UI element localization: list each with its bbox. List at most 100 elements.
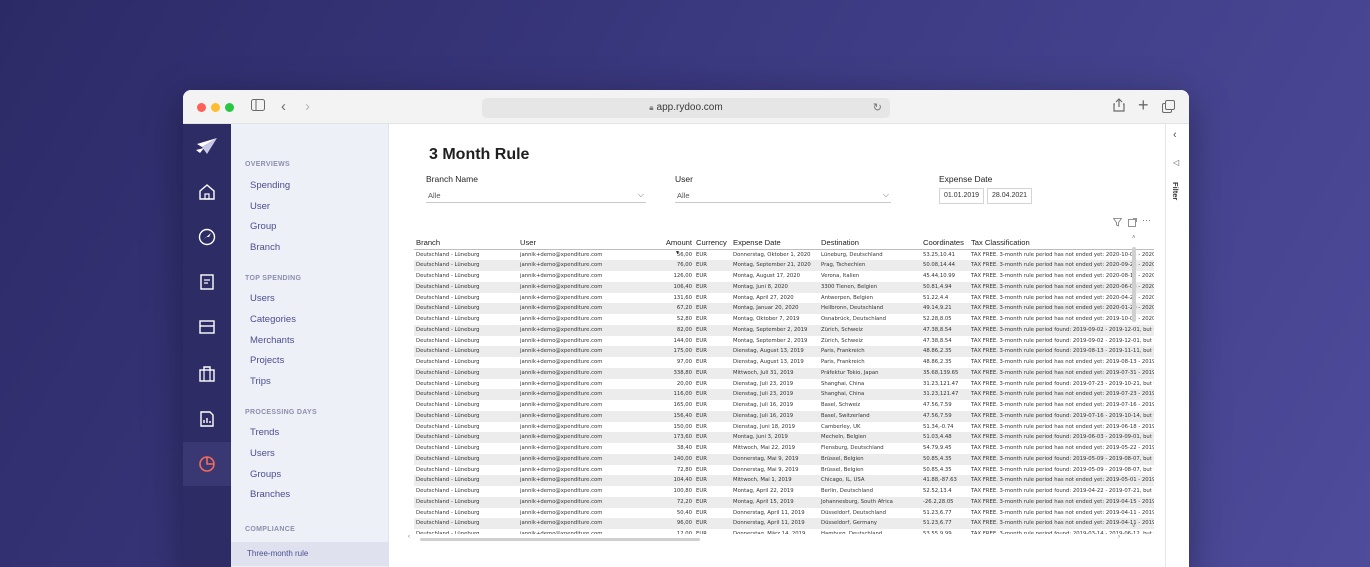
table-cell: Montag, April 22, 2019 xyxy=(733,488,794,494)
table-cell: Mecheln, Belgien xyxy=(819,432,921,443)
branch-filter-select[interactable]: Alle ⌵ xyxy=(426,188,646,203)
nav-link-groups[interactable]: Groups xyxy=(250,469,281,480)
table-row[interactable]: Deutschland - Lüneburg jannik+demo@xpendi… xyxy=(414,357,1154,368)
table-row[interactable]: Deutschland - Lüneburg jannik+demo@xpendi… xyxy=(414,260,1154,271)
date-to-input[interactable]: 28.04.2021 xyxy=(987,188,1033,204)
new-tab-icon[interactable]: + xyxy=(1138,95,1149,115)
close-window-button[interactable] xyxy=(197,103,206,112)
eraser-icon[interactable]: ◁ xyxy=(1173,158,1179,167)
reload-icon[interactable]: ↻ xyxy=(873,98,882,118)
table-row[interactable]: Deutschland - Lüneburg jannik+demo@xpendi… xyxy=(414,475,1154,486)
scroll-up-icon[interactable]: ˄ xyxy=(1132,235,1136,241)
analytics-icon xyxy=(199,456,215,472)
table-row[interactable]: Deutschland - Lüneburg jannik+demo@xpendi… xyxy=(414,453,1154,465)
column-header[interactable]: Amount xyxy=(622,234,694,250)
column-header[interactable]: Coordinates xyxy=(921,234,969,250)
more-options-icon[interactable]: ⋯ xyxy=(1142,215,1151,226)
table-cell: Dienstag, Juni 18, 2019 xyxy=(733,423,795,430)
nav-link-spending[interactable]: Spending xyxy=(250,180,290,191)
nav-link-trips[interactable]: Trips xyxy=(250,376,271,387)
table-cell: 165,00 xyxy=(673,402,692,408)
scrollbar-thumb[interactable] xyxy=(1132,247,1136,322)
table-row[interactable]: Deutschland - Lüneburg jannik+demo@xpendi… xyxy=(414,410,1154,422)
table-row[interactable]: Deutschland - Lüneburg jannik+demo@xpendi… xyxy=(414,508,1154,519)
table-row[interactable]: Deutschland - Lüneburg jannik+demo@xpendi… xyxy=(414,303,1154,314)
tab-overview-icon[interactable] xyxy=(1162,99,1175,119)
nav-link-categories[interactable]: Categories xyxy=(250,314,296,325)
forward-icon[interactable]: › xyxy=(305,97,310,117)
rail-analytics[interactable] xyxy=(183,442,231,486)
table-row[interactable]: Deutschland - Lüneburg jannik+demo@xpendi… xyxy=(414,400,1154,411)
filter-icon[interactable] xyxy=(1112,218,1123,229)
table-cell: Deutschland - Lüneburg xyxy=(416,251,480,258)
column-header[interactable]: User xyxy=(518,234,622,250)
share-icon[interactable] xyxy=(1113,98,1125,118)
table-cell: 56,00 xyxy=(676,251,692,258)
card-icon xyxy=(199,320,215,334)
nav-link-users[interactable]: Users xyxy=(250,293,275,304)
rail-travel[interactable] xyxy=(183,215,231,259)
rail-reports[interactable] xyxy=(183,397,231,441)
user-filter-select[interactable]: Alle ⌵ xyxy=(675,188,891,203)
table-row[interactable]: Deutschland - Lüneburg jannik+demo@xpendi… xyxy=(414,367,1154,379)
horizontal-scrollbar[interactable]: ‹ › xyxy=(408,534,1135,542)
scroll-left-icon[interactable]: ‹ xyxy=(408,534,410,540)
table-row[interactable]: Deutschland - Lüneburg jannik+demo@xpendi… xyxy=(414,518,1154,529)
minimize-window-button[interactable] xyxy=(211,103,220,112)
table-row[interactable]: Deutschland - Lüneburg jannik+demo@xpendi… xyxy=(414,529,1154,534)
table-row[interactable]: Deutschland - Lüneburg jannik+demo@xpendi… xyxy=(414,389,1154,400)
back-icon[interactable]: ‹ xyxy=(281,97,286,117)
scrollbar-thumb[interactable] xyxy=(420,538,700,541)
nav-link-group[interactable]: Group xyxy=(250,221,276,232)
rail-trips[interactable] xyxy=(183,352,231,396)
table-row[interactable]: Deutschland - Lüneburg jannik+demo@xpendi… xyxy=(414,465,1154,476)
address-bar[interactable]: 🔒︎ app.rydoo.com ↻ xyxy=(482,98,890,118)
rail-expenses[interactable] xyxy=(183,260,231,304)
sidebar-toggle-icon[interactable] xyxy=(251,97,265,117)
focus-mode-icon[interactable] xyxy=(1128,218,1137,229)
filter-pane[interactable]: ‹ ◁ Filter xyxy=(1165,124,1189,567)
rydoo-logo[interactable] xyxy=(194,132,220,160)
table-row[interactable]: Deutschland - Lüneburg jannik+demo@xpendi… xyxy=(414,486,1154,497)
nav-link-trends[interactable]: Trends xyxy=(250,427,279,438)
scroll-right-icon[interactable]: › xyxy=(1118,534,1120,540)
maximize-window-button[interactable] xyxy=(225,103,234,112)
table-row[interactable]: Deutschland - Lüneburg jannik+demo@xpendi… xyxy=(414,336,1154,347)
table-row[interactable]: Deutschland - Lüneburg jannik+demo@xpendi… xyxy=(414,443,1154,454)
nav-link-branches[interactable]: Branches xyxy=(250,489,290,500)
table-row[interactable]: Deutschland - Lüneburg jannik+demo@xpendi… xyxy=(414,314,1154,325)
table-row[interactable]: Deutschland - Lüneburg jannik+demo@xpendi… xyxy=(414,496,1154,508)
nav-link-branch[interactable]: Branch xyxy=(250,242,280,253)
date-from-input[interactable]: 01.01.2019 xyxy=(939,188,985,204)
scroll-down-icon[interactable]: ˅ xyxy=(1132,524,1136,530)
table-row[interactable]: Deutschland - Lüneburg jannik+demo@xpendi… xyxy=(414,422,1154,433)
nav-link-three-month-rule[interactable]: Three-month rule xyxy=(231,542,389,566)
nav-link-user[interactable]: User xyxy=(250,201,270,212)
table-cell: Deutschland - Lüneburg xyxy=(414,324,518,336)
nav-link-users[interactable]: Users xyxy=(250,448,275,459)
table-cell: jannik+demo@xpenditure.com xyxy=(518,518,622,529)
column-header[interactable]: Currency xyxy=(694,234,731,250)
table-row[interactable]: Deutschland - Lüneburg jannik+demo@xpendi… xyxy=(414,249,1154,260)
table-row[interactable]: Deutschland - Lüneburg jannik+demo@xpendi… xyxy=(414,432,1154,443)
column-header[interactable]: Destination xyxy=(819,234,921,250)
nav-link-projects[interactable]: Projects xyxy=(250,355,284,366)
table-row[interactable]: Deutschland - Lüneburg jannik+demo@xpendi… xyxy=(414,281,1154,293)
table-row[interactable]: Deutschland - Lüneburg jannik+demo@xpendi… xyxy=(414,293,1154,304)
collapse-pane-icon[interactable]: ‹ xyxy=(1173,129,1177,141)
vertical-scrollbar[interactable]: ˄ ˅ xyxy=(1132,235,1136,544)
rail-cards[interactable] xyxy=(183,305,231,349)
table-cell: Paris, Frankreich xyxy=(821,359,865,365)
table-row[interactable]: Deutschland - Lüneburg jannik+demo@xpendi… xyxy=(414,346,1154,357)
column-header[interactable]: Expense Date xyxy=(731,234,819,250)
column-header[interactable]: Tax Classification xyxy=(969,234,1154,250)
table-row[interactable]: Deutschland - Lüneburg jannik+demo@xpendi… xyxy=(414,379,1154,390)
table-row[interactable]: Deutschland - Lüneburg jannik+demo@xpendi… xyxy=(414,271,1154,282)
table-row[interactable]: Deutschland - Lüneburg jannik+demo@xpendi… xyxy=(414,324,1154,336)
table-cell: 76,00 xyxy=(622,260,694,271)
table-cell: EUR xyxy=(694,410,731,422)
rail-home[interactable] xyxy=(183,170,231,214)
table-cell: 104,40 xyxy=(622,475,694,486)
column-header[interactable]: Branch xyxy=(414,234,518,250)
nav-link-merchants[interactable]: Merchants xyxy=(250,335,294,346)
